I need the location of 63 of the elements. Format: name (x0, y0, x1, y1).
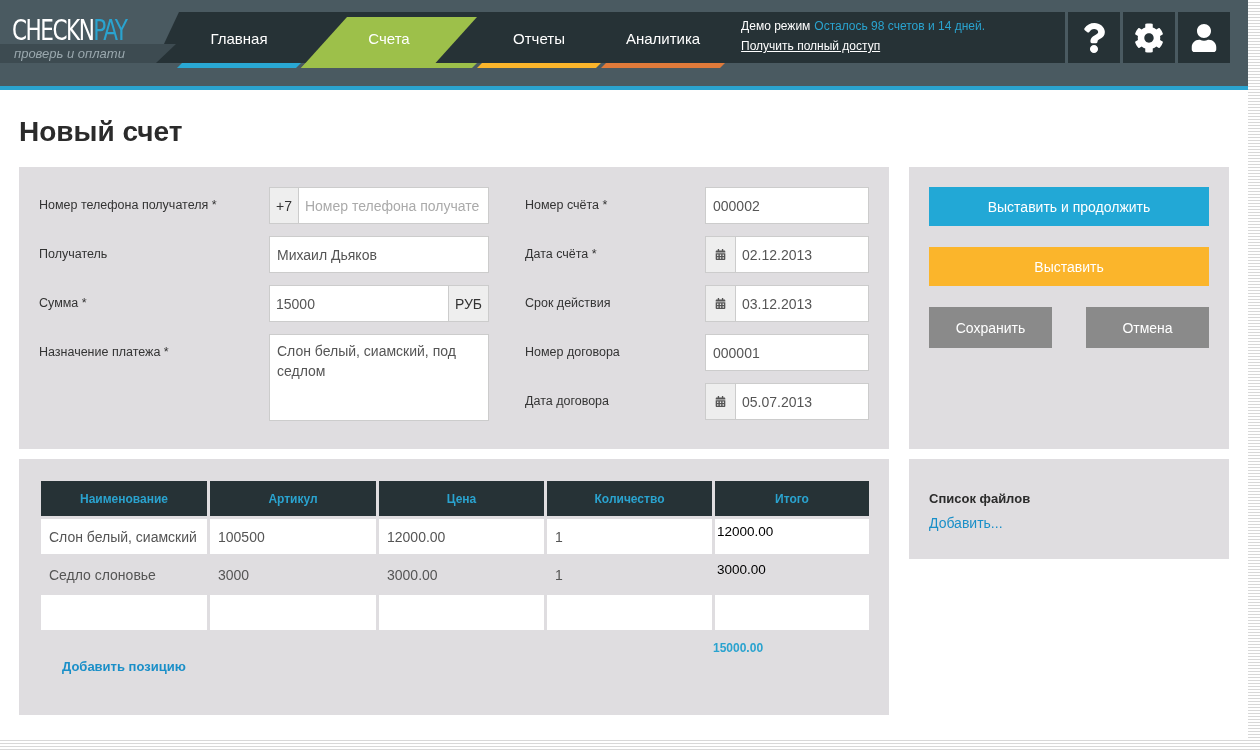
settings-icon (1134, 22, 1164, 53)
input-cell[interactable]: Слон белый, сиамский (41, 519, 207, 554)
total-cell: 12000.00 (715, 519, 869, 554)
field-label: Дата договора (525, 394, 609, 408)
calendar-icon (715, 396, 726, 407)
column-header: Артикул (210, 481, 376, 516)
purpose-field[interactable]: Слон белый, сиамский, под седлом (269, 334, 489, 421)
page-title: Новый счет (19, 115, 184, 149)
amount-input[interactable]: 15000 (270, 286, 448, 321)
date-input[interactable]: 05.07.2013 (736, 384, 868, 419)
full-access-link[interactable]: Получить полный доступ (741, 39, 985, 53)
settings-button[interactable] (1123, 12, 1175, 63)
input-cell[interactable] (210, 595, 376, 630)
grand-total: 15000.00 (713, 641, 764, 655)
field-label: Номер договора (525, 345, 620, 359)
text-field[interactable]: Михаил Дьяков (269, 236, 489, 273)
field-label: Дата счёта * (525, 247, 597, 261)
column-header: Цена (379, 481, 544, 516)
input-cell[interactable] (41, 595, 207, 630)
field-label: Номер счёта * (525, 198, 608, 212)
calendar-icon (715, 298, 726, 309)
slogan: проверь и оплати (0, 44, 176, 63)
user-icon (1190, 23, 1218, 52)
table-cell-text: 1 (554, 565, 564, 585)
date-field[interactable]: 02.12.2013 (705, 236, 869, 273)
input-cell[interactable] (547, 595, 712, 630)
files-title: Список файлов (929, 491, 1031, 506)
help-button[interactable] (1068, 12, 1120, 63)
calendar-icon (715, 249, 726, 260)
field-label: Получатель (39, 247, 108, 261)
text-field[interactable]: 000002 (705, 187, 869, 224)
demo-label: Демо режим (741, 19, 811, 33)
field-label: Назначение платежа * (39, 345, 169, 359)
table-cell-text: 3000 (217, 565, 251, 585)
nav-tab[interactable]: Отчеты (477, 17, 601, 68)
total-cell-text: 3000.00 (716, 561, 767, 579)
currency-label: РУБ (447, 286, 488, 321)
field-label: Сумма * (39, 296, 87, 310)
field-label: Номер телефона получателя * (39, 198, 217, 212)
text-field[interactable]: 000001 (705, 334, 869, 371)
nav-tab[interactable]: Аналитика (601, 17, 725, 68)
column-header: Итого (715, 481, 869, 516)
table-cell-text: Седло слоновье (48, 565, 157, 585)
date-field[interactable]: 05.07.2013 (705, 383, 869, 420)
demo-remaining: Осталось 98 счетов и 14 дней. (814, 19, 985, 33)
input-cell[interactable] (379, 595, 544, 630)
input-cell[interactable]: 12000.00 (379, 519, 544, 554)
column-header: Наименование (41, 481, 207, 516)
phone-field[interactable]: +7 Номер телефона получате (269, 187, 489, 224)
date-input[interactable]: 03.12.2013 (736, 286, 868, 321)
column-header: Количество (547, 481, 712, 516)
logo[interactable]: CHECKNPAY проверь и оплати (0, 12, 176, 63)
amount-field[interactable]: 15000 РУБ (269, 285, 489, 322)
date-field[interactable]: 03.12.2013 (705, 285, 869, 322)
input-cell[interactable]: 100500 (210, 519, 376, 554)
nav-tab[interactable]: Главная (177, 17, 301, 68)
user-button[interactable] (1178, 12, 1230, 63)
date-input[interactable]: 02.12.2013 (736, 237, 868, 272)
field-label: Срок действия (525, 296, 611, 310)
country-code: +7 (270, 188, 299, 223)
input-cell[interactable]: 1 (547, 519, 712, 554)
table-cell-text: 3000.00 (386, 565, 439, 585)
phone-input[interactable]: Номер телефона получате (298, 188, 488, 223)
